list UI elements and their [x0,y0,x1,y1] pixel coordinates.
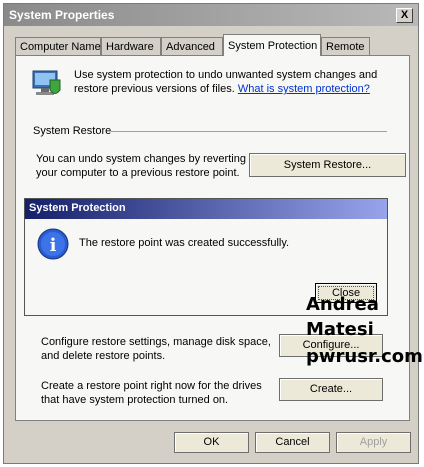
dialog-title: System Protection [29,202,126,214]
tab-computer-name[interactable]: Computer Name [15,37,101,55]
system-restore-button[interactable]: System Restore... [249,153,406,177]
section-divider [111,131,387,132]
cancel-button[interactable]: Cancel [255,432,330,453]
watermark-line-1: Andrea [306,294,379,315]
tab-hardware[interactable]: Hardware [101,37,161,55]
window-title: System Properties [9,8,115,22]
system-restore-heading: System Restore [33,125,112,137]
tab-remote[interactable]: Remote [321,37,370,55]
title-bar: System Properties X [4,4,418,26]
tab-system-protection[interactable]: System Protection [223,34,321,56]
info-icon-glyph: i [50,235,57,256]
ok-button[interactable]: OK [174,432,249,453]
dialog-message: The restore point was created successful… [79,237,290,249]
apply-button: Apply [336,432,411,453]
create-text: Create a restore point right now for the… [41,380,262,406]
create-button[interactable]: Create... [279,378,383,401]
intro-text: Use system protection to undo unwanted s… [74,68,394,96]
configure-text: Configure restore settings, manage disk … [41,336,271,362]
close-icon[interactable]: X [396,8,413,23]
system-protection-icon [32,70,61,95]
system-restore-text: You can undo system changes by reverting… [36,153,246,179]
watermark-line-2: Matesi [306,319,374,340]
info-icon: i [37,228,69,260]
dialog-title-bar: System Protection [25,199,387,219]
what-is-system-protection-link[interactable]: What is system protection? [238,83,370,95]
tab-advanced[interactable]: Advanced [161,37,223,55]
watermark-line-3: pwrusr.com [306,346,423,367]
